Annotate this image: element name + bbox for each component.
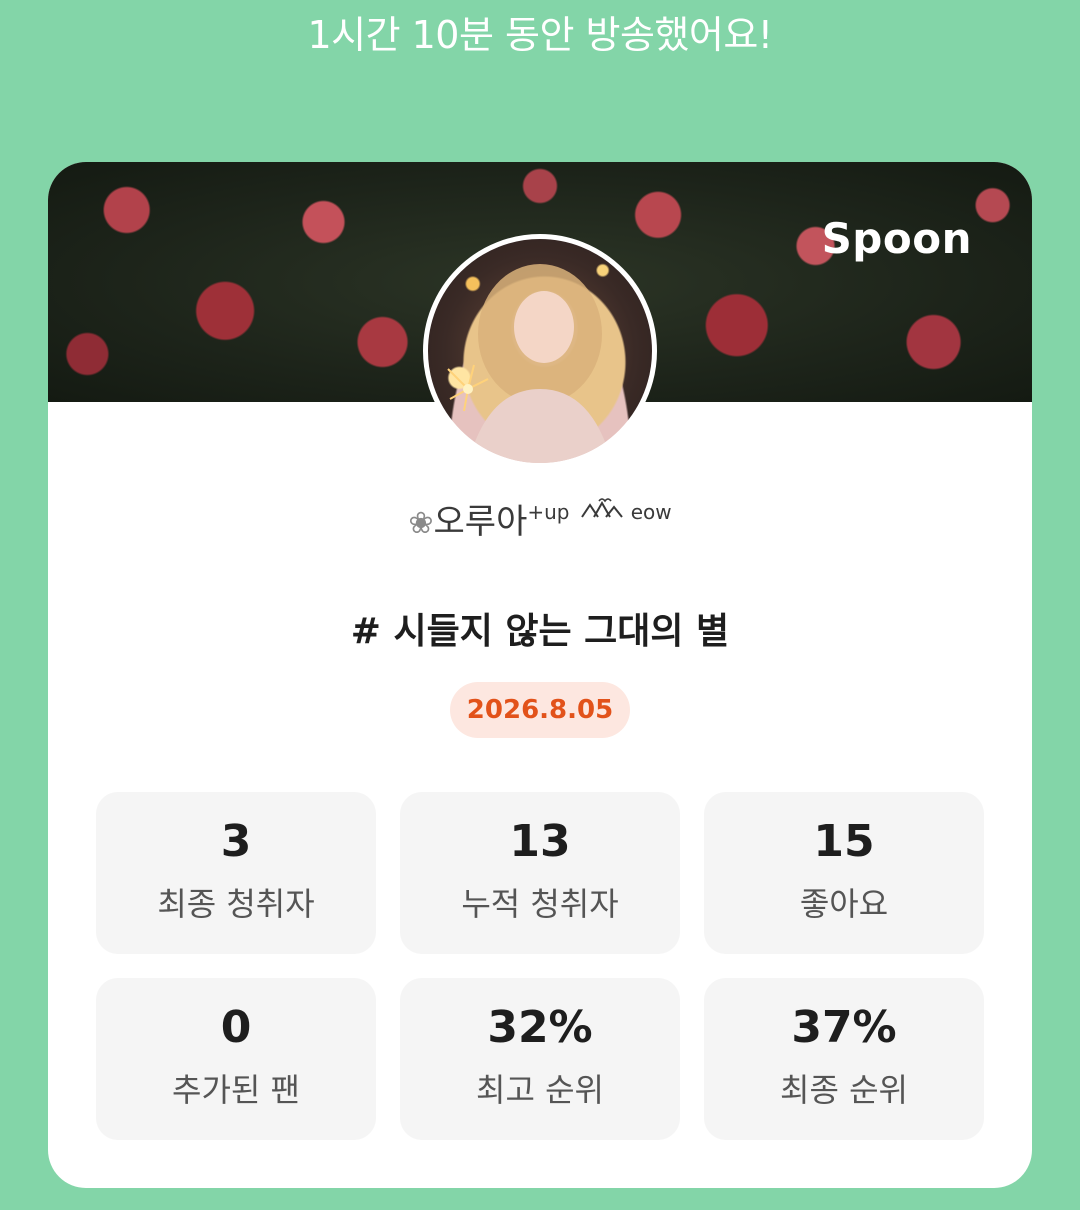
stat-label: 누적 청취자 xyxy=(461,885,619,923)
broadcast-summary-card: Spoon ❀오루아+up eow # 시들지 않는 그대의 별 2026.8.… xyxy=(48,162,1032,1188)
user-nickname: ❀오루아+up eow xyxy=(48,494,1032,543)
avatar-portrait-image xyxy=(447,264,612,463)
nickname-text: 오루아 xyxy=(433,502,528,542)
stat-total-listeners: 13 누적 청취자 xyxy=(400,792,680,954)
avatar xyxy=(423,234,657,468)
stat-value: 37% xyxy=(791,1002,897,1053)
nickname-suffix: +up xyxy=(527,500,570,524)
cover-banner-image: Spoon xyxy=(48,162,1032,468)
stat-likes: 15 좋아요 xyxy=(704,792,984,954)
broadcast-duration-message: 1시간 10분 동안 방송했어요! xyxy=(307,13,773,57)
stats-grid: 3 최종 청취자 13 누적 청취자 15 좋아요 0 추가된 팬 32% 최고… xyxy=(96,792,984,1140)
nickname-tag: eow xyxy=(630,500,672,524)
stat-label: 좋아요 xyxy=(799,885,889,923)
stat-label: 추가된 팬 xyxy=(172,1071,300,1109)
cat-ears-icon xyxy=(580,498,630,524)
stat-value: 0 xyxy=(220,1002,252,1053)
stat-best-rank: 32% 최고 순위 xyxy=(400,978,680,1140)
flower-icon: ❀ xyxy=(408,506,434,541)
stat-final-listeners: 3 최종 청취자 xyxy=(96,792,376,954)
stat-value: 32% xyxy=(487,1002,593,1053)
stat-label: 최고 순위 xyxy=(476,1071,604,1109)
stat-value: 3 xyxy=(220,816,252,867)
broadcast-date-badge: 2026.8.05 xyxy=(450,682,630,738)
stat-value: 15 xyxy=(813,816,875,867)
broadcast-title: # 시들지 않는 그대의 별 xyxy=(350,611,730,652)
stat-final-rank: 37% 최종 순위 xyxy=(704,978,984,1140)
stat-value: 13 xyxy=(509,816,571,867)
stat-label: 최종 청취자 xyxy=(157,885,315,923)
stat-new-fans: 0 추가된 팬 xyxy=(96,978,376,1140)
stat-label: 최종 순위 xyxy=(780,1071,908,1109)
brand-logo: Spoon xyxy=(821,214,972,263)
